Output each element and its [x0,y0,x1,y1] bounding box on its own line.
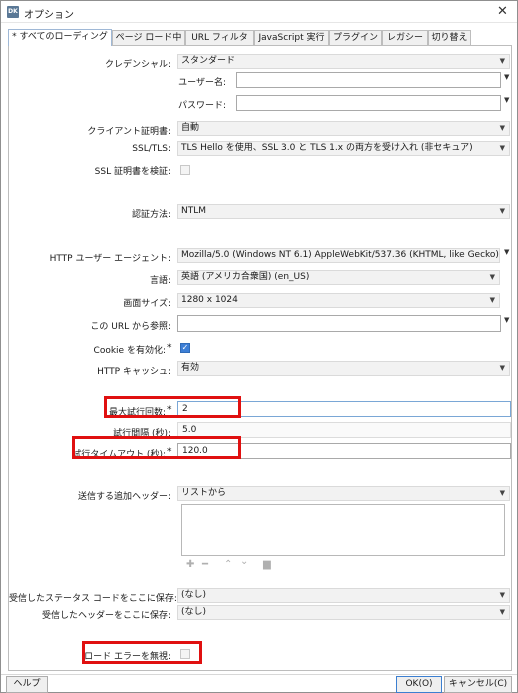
close-icon[interactable]: ✕ [497,4,508,19]
chevron-down-icon: ▼ [499,57,505,65]
tab-plugins[interactable]: プラグイン [329,30,382,45]
user-agent-label: HTTP ユーザー エージェント: [49,254,171,264]
ssl-tls-label: SSL/TLS: [132,144,171,154]
verify-ssl-checkbox[interactable] [180,165,190,175]
tab-javascript[interactable]: JavaScript 実行 [254,30,329,45]
auth-method-label: 認証方法: [131,210,171,220]
extra-headers-label: 送信する追加ヘッダー: [77,492,171,502]
auth-method-value: NTLM [181,206,207,216]
extra-headers-value: リストから [181,488,227,498]
ssl-tls-value: TLS Hello を使用、SSL 3.0 と TLS 1.x の両方を受け入れ… [181,143,473,153]
cookie-required-marker: * [167,343,172,353]
add-icon[interactable]: ✚ [186,559,194,570]
save-status-code-value: (なし) [181,590,207,600]
save-headers-label: 受信したヘッダーをここに保存: [41,611,171,621]
chevron-down-icon: ▼ [499,364,505,372]
move-up-icon[interactable]: ⌃ [224,559,232,570]
highlight-ignore-load-errors [82,641,202,664]
footer-divider [1,674,517,675]
window-title: オプション [24,10,74,21]
help-button[interactable]: ヘルプ [6,676,48,693]
save-headers-value: (なし) [181,607,207,617]
password-label: パスワード: [177,101,226,111]
chevron-down-icon: ▼ [499,608,505,616]
password-input[interactable] [236,95,501,111]
delete-icon[interactable]: ▆ [263,559,271,570]
referer-input[interactable] [177,315,501,332]
chevron-down-icon: ▼ [499,591,505,599]
tab-url-filter[interactable]: URL フィルタ [185,30,254,45]
tab-switch[interactable]: 切り替え [428,30,471,45]
cancel-button[interactable]: キャンセル(C) [444,676,512,693]
language-value: 英語 (アメリカ合衆国) (en_US) [181,272,310,282]
screen-size-select[interactable]: 1280 x 1024 ▼ [177,293,500,308]
verify-ssl-label: SSL 証明書を検証: [94,167,171,177]
highlight-retry-timeout [72,436,241,459]
screen-size-label: 画面サイズ: [123,299,171,309]
tab-panel [8,45,512,671]
referer-label: この URL から参照: [90,322,171,332]
title-bar: DK オプション ✕ [1,1,517,23]
chevron-down-icon[interactable]: ▼ [504,248,509,256]
client-cert-label: クライアント証明書: [87,127,171,137]
credentials-select[interactable]: スタンダード ▼ [177,54,510,69]
chevron-down-icon: ▼ [499,489,505,497]
chevron-down-icon[interactable]: ▼ [504,73,509,81]
user-agent-value: Mozilla/5.0 (Windows NT 6.1) AppleWebKit… [181,250,499,260]
http-cache-label: HTTP キャッシュ: [97,367,171,377]
cookie-checkbox[interactable]: ✓ [180,343,190,353]
username-input[interactable] [236,72,501,88]
tab-all-loading[interactable]: * すべてのローディング [8,29,112,46]
chevron-down-icon[interactable]: ▼ [504,96,509,104]
screen-size-value: 1280 x 1024 [181,295,238,305]
client-cert-value: 自動 [181,123,200,133]
remove-icon[interactable]: ━ [202,559,208,570]
http-cache-value: 有効 [181,363,200,373]
highlight-max-retries [104,396,241,418]
chevron-down-icon: ▼ [499,144,505,152]
extra-headers-list[interactable] [181,504,505,556]
language-label: 言語: [149,276,171,286]
options-dialog: DK オプション ✕ * すべてのローディング ページ ロード中 URL フィル… [0,0,518,693]
credentials-value: スタンダード [181,56,236,66]
save-headers-select[interactable]: (なし) ▼ [177,605,510,620]
save-status-code-label: 受信したステータス コードをここに保存: [9,594,177,604]
tab-page-loading[interactable]: ページ ロード中 [112,30,185,45]
chevron-down-icon: ▼ [499,207,505,215]
ssl-tls-select[interactable]: TLS Hello を使用、SSL 3.0 と TLS 1.x の両方を受け入れ… [177,141,510,156]
move-down-icon[interactable]: ⌄ [240,556,248,567]
auth-method-select[interactable]: NTLM ▼ [177,204,510,219]
chevron-down-icon[interactable]: ▼ [504,316,509,324]
ok-button[interactable]: OK(O) [396,676,442,693]
cookie-label: Cookie を有効化: [93,346,166,356]
credentials-label: クレデンシャル: [104,60,171,70]
chevron-down-icon: ▼ [489,296,495,304]
username-label: ユーザー名: [178,78,226,88]
app-icon: DK [7,6,19,18]
chevron-down-icon: ▼ [489,273,495,281]
save-status-code-select[interactable]: (なし) ▼ [177,588,510,603]
tab-legacy[interactable]: レガシー [382,30,428,45]
user-agent-select[interactable]: Mozilla/5.0 (Windows NT 6.1) AppleWebKit… [177,248,500,263]
client-cert-select[interactable]: 自動 ▼ [177,121,510,136]
extra-headers-select[interactable]: リストから ▼ [177,486,510,501]
language-select[interactable]: 英語 (アメリカ合衆国) (en_US) ▼ [177,270,500,285]
http-cache-select[interactable]: 有効 ▼ [177,361,510,376]
chevron-down-icon: ▼ [499,124,505,132]
